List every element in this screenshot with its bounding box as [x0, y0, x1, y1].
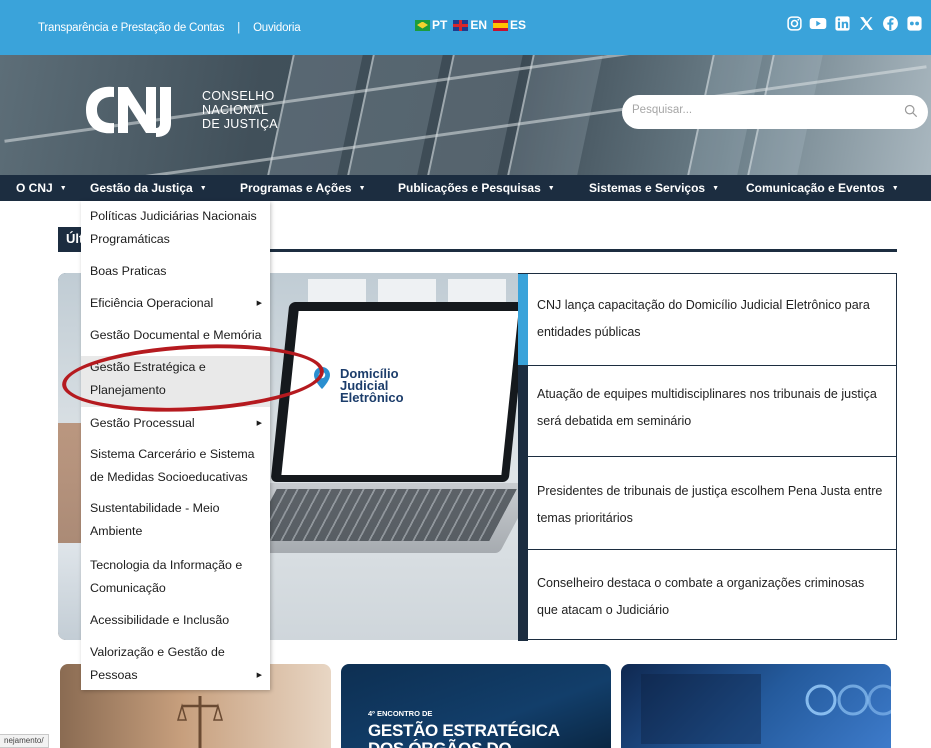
- language-pt[interactable]: PT: [415, 18, 447, 32]
- logo-line-1: CONSELHO: [202, 89, 275, 103]
- caret-down-icon: ▼: [358, 184, 366, 192]
- nav-label: Programas e Ações: [240, 181, 352, 195]
- nav-item-o-cnj[interactable]: O CNJ ▼: [16, 181, 67, 195]
- nav-item-publicacoes-e-pesquisas[interactable]: Publicações e Pesquisas ▼: [398, 181, 555, 195]
- search-box: [622, 95, 928, 129]
- news-item[interactable]: Presidentes de tribunais de justiça esco…: [518, 457, 897, 550]
- dropdown-item-sistema-carcerario[interactable]: Sistema Carcerário e Sistema de Medidas …: [90, 443, 262, 489]
- utility-bar: Transparência e Prestação de Contas | Ou…: [0, 0, 931, 55]
- instagram-icon[interactable]: [785, 14, 803, 32]
- flickr-icon[interactable]: [905, 14, 923, 32]
- link-separator: |: [237, 22, 241, 34]
- caret-down-icon: ▼: [547, 184, 555, 192]
- dropdown-item-politicas-judiciarias[interactable]: Políticas Judiciárias Nacionais Programá…: [90, 205, 262, 251]
- gestao-da-justica-dropdown: Políticas Judiciárias Nacionais Programá…: [81, 201, 270, 690]
- dropdown-item-gestao-documental[interactable]: Gestão Documental e Memória: [90, 324, 262, 347]
- brazil-flag-icon: [415, 19, 430, 31]
- news-item-title[interactable]: CNJ lança capacitação do Domicílio Judic…: [537, 292, 887, 346]
- dropdown-item-acessibilidade[interactable]: Acessibilidade e Inclusão: [90, 609, 262, 632]
- status-bar-url: nejamento/: [0, 734, 49, 748]
- dropdown-item-valorizacao-pessoas[interactable]: Valorização e Gestão de Pessoas ▶: [90, 641, 262, 687]
- caret-down-icon: ▼: [891, 184, 899, 192]
- language-selector: PT EN ES: [415, 18, 526, 32]
- facebook-icon[interactable]: [881, 14, 899, 32]
- language-en-label: EN: [470, 18, 488, 32]
- spain-flag-icon: [493, 19, 509, 31]
- nav-label: Comunicação e Eventos: [746, 181, 885, 195]
- news-item-accent: [518, 366, 528, 456]
- caret-down-icon: ▼: [59, 184, 67, 192]
- language-es-label: ES: [510, 18, 527, 32]
- dropdown-item-sustentabilidade[interactable]: Sustentabilidade - Meio Ambiente: [90, 497, 262, 543]
- dropdown-item-gestao-processual[interactable]: Gestão Processual ▶: [90, 412, 262, 435]
- cnj-logo-mark: [86, 86, 171, 137]
- submenu-arrow-icon: ▶: [256, 300, 262, 307]
- transparencia-link[interactable]: Transparência e Prestação de Contas: [38, 22, 224, 34]
- news-list: CNJ lança capacitação do Domicílio Judic…: [518, 273, 897, 641]
- header-banner: CONSELHO NACIONAL DE JUSTIÇA: [0, 55, 931, 175]
- search-input[interactable]: [632, 104, 892, 116]
- main-nav: O CNJ ▼ Gestão da Justiça ▼ Programas e …: [0, 175, 931, 201]
- youtube-icon[interactable]: [809, 14, 827, 32]
- location-pin-icon: [314, 367, 330, 389]
- news-card[interactable]: 4º ENCONTRO DE GESTÃO ESTRATÉGICA DOS ÓR…: [341, 664, 611, 748]
- x-icon[interactable]: [857, 14, 875, 32]
- news-item-accent: [518, 274, 528, 365]
- linkedin-icon[interactable]: [833, 14, 851, 32]
- caret-down-icon: ▼: [199, 184, 207, 192]
- submenu-arrow-icon: ▶: [256, 672, 262, 679]
- dropdown-item-eficiencia-operacional[interactable]: Eficiência Operacional ▶: [90, 292, 262, 315]
- domicilio-app-title: Domicílio Judicial Eletrônico: [340, 367, 404, 405]
- news-item[interactable]: Atuação de equipes multidisciplinares no…: [518, 366, 897, 457]
- dropdown-item-label: Valorização e Gestão de Pessoas: [90, 645, 225, 682]
- laptop-keyboard: [249, 489, 517, 541]
- card-kicker: 4º ENCONTRO DE: [368, 709, 433, 718]
- submenu-arrow-icon: ▶: [256, 420, 262, 427]
- logo-line-3: DE JUSTIÇA: [202, 117, 278, 131]
- language-en[interactable]: EN: [453, 18, 487, 32]
- card-headline: GESTÃO ESTRATÉGICA DOS ÓRGÃOS DO JUDICIÁ…: [368, 721, 560, 748]
- app-title-line-3: Eletrônico: [340, 390, 404, 405]
- language-pt-label: PT: [432, 18, 448, 32]
- caret-down-icon: ▼: [712, 184, 720, 192]
- nav-item-comunicacao-e-eventos[interactable]: Comunicação e Eventos ▼: [746, 181, 899, 195]
- uk-flag-icon: [453, 19, 469, 31]
- dropdown-item-tecnologia-informacao[interactable]: Tecnologia da Informação e Comunicação: [90, 554, 262, 600]
- news-item[interactable]: Conselheiro destaca o combate a organiza…: [518, 550, 897, 641]
- dropdown-item-label: Eficiência Operacional: [90, 296, 214, 310]
- logo-wordmark: CONSELHO NACIONAL DE JUSTIÇA: [202, 89, 278, 131]
- nav-label: Publicações e Pesquisas: [398, 181, 541, 195]
- nav-label: Gestão da Justiça: [90, 181, 193, 195]
- logo-line-2: NACIONAL: [202, 103, 269, 117]
- ouvidoria-link[interactable]: Ouvidoria: [253, 22, 301, 34]
- dropdown-item-label: Gestão Processual: [90, 416, 195, 430]
- news-item-title[interactable]: Conselheiro destaca o combate a organiza…: [537, 570, 887, 624]
- news-card[interactable]: [621, 664, 891, 748]
- nav-label: Sistemas e Serviços: [589, 181, 706, 195]
- nav-item-sistemas-e-servicos[interactable]: Sistemas e Serviços ▼: [589, 181, 719, 195]
- news-item-accent: [518, 457, 528, 549]
- news-item-title[interactable]: Presidentes de tribunais de justiça esco…: [537, 478, 887, 532]
- utility-links: Transparência e Prestação de Contas | Ou…: [34, 22, 304, 34]
- dropdown-item-boas-praticas[interactable]: Boas Praticas: [90, 260, 262, 283]
- nav-label: O CNJ: [16, 181, 53, 195]
- technology-graphic: [641, 674, 891, 744]
- language-es[interactable]: ES: [493, 18, 526, 32]
- justice-statue-icon: [177, 696, 223, 748]
- news-item-title[interactable]: Atuação de equipes multidisciplinares no…: [537, 381, 887, 435]
- cnj-logo[interactable]: CONSELHO NACIONAL DE JUSTIÇA: [80, 79, 278, 141]
- dropdown-item-gestao-estrategica[interactable]: Gestão Estratégica e Planejamento: [90, 356, 262, 402]
- news-item[interactable]: CNJ lança capacitação do Domicílio Judic…: [518, 274, 897, 366]
- nav-item-programas-e-acoes[interactable]: Programas e Ações ▼: [240, 181, 366, 195]
- news-item-accent: [518, 550, 528, 641]
- social-links: [785, 14, 923, 32]
- search-icon[interactable]: [904, 104, 918, 118]
- nav-item-gestao-da-justica[interactable]: Gestão da Justiça ▼: [90, 181, 207, 195]
